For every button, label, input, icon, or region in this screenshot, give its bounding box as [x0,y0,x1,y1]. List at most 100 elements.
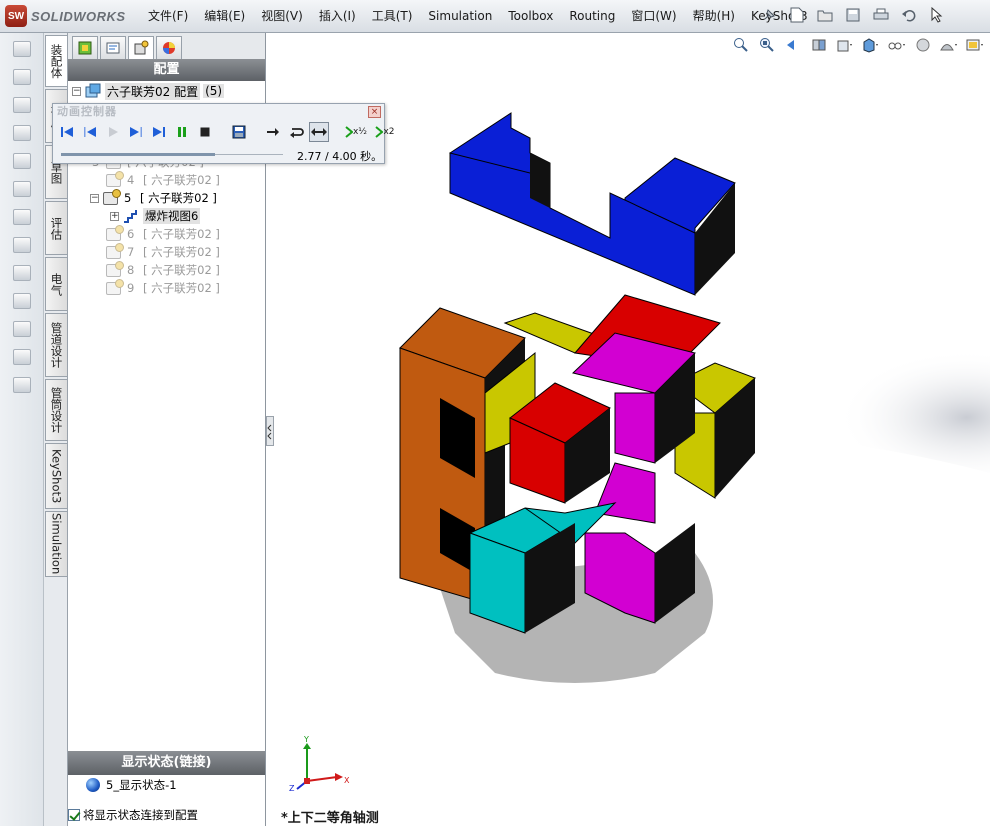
solidworks-logo[interactable]: SW SOLIDWORKS [5,5,126,27]
display-state-icon [86,778,100,792]
tab-piping-label: 管道设计 [49,322,64,368]
animation-timeline-slider[interactable] [61,149,283,159]
display-manager-tab[interactable] [156,36,182,59]
tab-evaluate[interactable]: 评估 [45,201,67,255]
apply-scene-icon[interactable] [938,35,960,55]
fast-playback-button[interactable]: x2 [372,122,398,142]
feature-manager-tab[interactable] [72,36,98,59]
section-view-icon[interactable] [808,35,830,55]
loop-playback-icon[interactable] [286,122,306,142]
config-row-6[interactable]: 6 [ 六子联芳02 ] [106,224,220,243]
tab-keyshot[interactable]: KeyShot3 [45,443,67,509]
exploded-view-label: 爆炸视图6 [143,208,201,224]
insert-component-icon[interactable] [6,37,38,61]
config-row-9[interactable]: 9 [ 六子联芳02 ] [106,278,220,297]
smart-fasteners-icon[interactable] [6,121,38,145]
menu-edit[interactable]: 编辑(E) [196,0,253,33]
play-icon[interactable] [103,122,123,142]
tab-simulation[interactable]: Simulation [45,511,67,577]
tab-piping[interactable]: 管道设计 [45,313,67,377]
tab-electrical-label: 电气 [49,272,64,296]
collapse-toggle[interactable]: − [90,193,99,203]
collapse-toggle[interactable]: − [72,86,81,96]
appearance-ball-icon [163,42,175,54]
pin-icon[interactable] [758,4,780,26]
previous-view-icon[interactable] [782,35,804,55]
linear-pattern-icon[interactable] [6,93,38,117]
configuration-manager-tab[interactable] [128,36,154,59]
panel-splitter[interactable] [266,416,274,446]
menu-file[interactable]: 文件(F) [140,0,196,33]
undo-icon[interactable] [898,4,920,26]
config-icon [106,224,124,241]
move-component-icon[interactable] [6,149,38,173]
exploded-view-icon[interactable] [6,317,38,341]
tab-electrical[interactable]: 电气 [45,257,67,311]
pause-icon[interactable] [172,122,192,142]
explode-line-sketch-icon[interactable] [6,345,38,369]
save-animation-icon[interactable] [229,122,249,142]
zoom-to-area-icon[interactable] [756,35,778,55]
mate-icon[interactable] [6,65,38,89]
open-folder-icon[interactable] [814,4,836,26]
triad-y-label: Y [303,735,309,744]
tab-simulation-label: Simulation [49,513,64,575]
show-hidden-icon[interactable] [6,177,38,201]
menu-insert[interactable]: 插入(I) [311,0,364,33]
tree-root[interactable]: − 六子联芳02 配置 (5) [72,82,225,100]
new-motion-study-icon[interactable] [6,261,38,285]
step-back-icon[interactable] [80,122,100,142]
animation-controller-title[interactable]: 动画控制器 [53,104,384,119]
config-row-7[interactable]: 7 [ 六子联芳02 ] [106,242,220,261]
print-icon[interactable] [870,4,892,26]
stop-icon[interactable] [195,122,215,142]
config-row-5[interactable]: − 5 [ 六子联芳02 ] [90,188,217,207]
menu-tools[interactable]: 工具(T) [364,0,421,33]
config-number: 9 [127,281,135,295]
select-cursor-icon[interactable] [926,4,948,26]
tab-tubing[interactable]: 管筒设计 [45,379,67,441]
step-forward-icon[interactable] [126,122,146,142]
reference-geometry-icon[interactable] [6,233,38,257]
normal-playback-icon[interactable] [263,122,283,142]
config-label: [ 六子联芳02 ] [143,227,220,241]
rewind-start-icon[interactable] [57,122,77,142]
menu-routing[interactable]: Routing [561,0,623,33]
display-state-label: 5_显示状态-1 [106,778,177,792]
reciprocate-playback-icon[interactable] [309,122,329,142]
menu-simulation[interactable]: Simulation [420,0,500,33]
view-orientation-label: *上下二等角轴测 [281,811,379,826]
view-orientation-icon[interactable] [834,35,856,55]
edit-appearance-icon[interactable] [912,35,934,55]
link-display-state-checkbox[interactable] [68,809,80,821]
menu-help[interactable]: 帮助(H) [685,0,743,33]
bill-of-materials-icon[interactable] [6,289,38,313]
config-row-8[interactable]: 8 [ 六子联芳02 ] [106,260,220,279]
config-label: [ 六子联芳02 ] [143,281,220,295]
expand-toggle[interactable]: + [110,211,119,221]
exploded-view-row[interactable]: + 爆炸视图6 [110,207,201,225]
interference-detection-icon[interactable] [6,373,38,397]
link-display-state-row[interactable]: 将显示状态连接到配置 [68,806,198,824]
display-state-item[interactable]: 5_显示状态-1 [86,776,177,794]
menu-view[interactable]: 视图(V) [253,0,311,33]
config-row-4[interactable]: 4 [ 六子联芳02 ] [106,170,220,189]
new-document-icon[interactable] [786,4,808,26]
hide-show-items-icon[interactable] [886,35,908,55]
blue-piece[interactable] [449,112,736,296]
heads-up-view-toolbar [730,35,986,55]
menu-window[interactable]: 窗口(W) [623,0,684,33]
menu-toolbox[interactable]: Toolbox [500,0,561,33]
property-manager-tab[interactable] [100,36,126,59]
close-button[interactable]: × [368,106,381,118]
exploded-view-icon [124,210,137,223]
display-style-icon[interactable] [860,35,882,55]
forward-end-icon[interactable] [149,122,169,142]
assembly-features-icon[interactable] [6,205,38,229]
save-icon[interactable] [842,4,864,26]
zoom-to-fit-icon[interactable] [730,35,752,55]
property-icon [106,42,120,54]
tab-assembly[interactable]: 装配体 [45,35,67,87]
slow-playback-button[interactable]: x½ [343,122,369,142]
view-settings-icon[interactable] [964,35,986,55]
